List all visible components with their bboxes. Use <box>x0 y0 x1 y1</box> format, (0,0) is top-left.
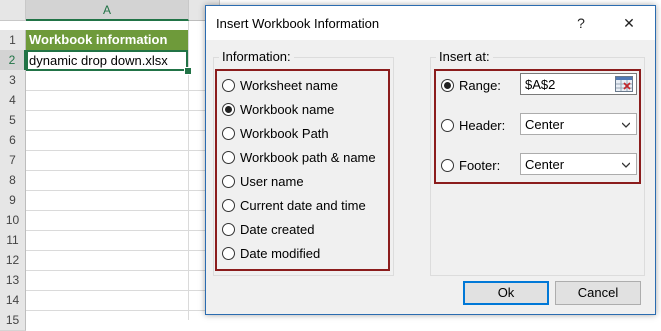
radio-label: Date modified <box>240 245 321 261</box>
header-position-value: Center <box>525 117 565 132</box>
help-button[interactable]: ? <box>566 11 596 35</box>
radio-label: Range: <box>459 77 501 93</box>
row-header-7[interactable]: 7 <box>0 150 26 171</box>
radio-worksheet-name[interactable]: Worksheet name <box>222 76 338 94</box>
range-value: $A$2 <box>525 77 556 92</box>
radio-button[interactable] <box>222 246 235 260</box>
column-header-a[interactable]: A <box>26 0 189 21</box>
footer-position-value: Center <box>525 157 565 172</box>
row-header-12[interactable]: 12 <box>0 250 26 271</box>
radio-label: Workbook path & name <box>240 149 376 165</box>
range-select-icon[interactable] <box>615 76 633 92</box>
radio-workbook-path-and-name[interactable]: Workbook path & name <box>222 148 376 166</box>
radio-button[interactable] <box>441 158 454 172</box>
gridline <box>26 250 206 251</box>
gridline <box>26 90 206 91</box>
insert-workbook-information-dialog: Insert Workbook Information ? ✕ Informat… <box>205 5 656 315</box>
radio-label: User name <box>240 173 304 189</box>
row-header-13[interactable]: 13 <box>0 270 26 291</box>
cancel-button[interactable]: Cancel <box>555 281 641 305</box>
row-header-1[interactable]: 1 <box>0 30 26 51</box>
dialog-titlebar[interactable]: Insert Workbook Information ? ✕ <box>206 6 655 40</box>
row-header-5[interactable]: 5 <box>0 110 26 131</box>
chevron-down-icon <box>622 122 630 128</box>
footer-position-select[interactable]: Center <box>520 153 637 175</box>
radio-header[interactable]: Header: <box>441 116 505 134</box>
row-header-6[interactable]: 6 <box>0 130 26 151</box>
radio-workbook-path[interactable]: Workbook Path <box>222 124 329 142</box>
header-position-select[interactable]: Center <box>520 113 637 135</box>
radio-button-checked[interactable] <box>441 78 454 92</box>
gridline <box>26 210 206 211</box>
radio-user-name[interactable]: User name <box>222 172 304 190</box>
row-header-14[interactable]: 14 <box>0 290 26 311</box>
radio-button[interactable] <box>222 198 235 212</box>
radio-button[interactable] <box>441 118 454 132</box>
chevron-down-icon <box>622 162 630 168</box>
radio-label: Workbook Path <box>240 125 329 141</box>
radio-footer[interactable]: Footer: <box>441 156 500 174</box>
radio-button-checked[interactable] <box>222 102 235 116</box>
gridline <box>26 130 206 131</box>
radio-label: Worksheet name <box>240 77 339 93</box>
gridline <box>26 310 206 311</box>
radio-label: Workbook name <box>240 101 335 117</box>
row-header-9[interactable]: 9 <box>0 190 26 211</box>
gridline <box>26 230 206 231</box>
radio-current-date-and-time[interactable]: Current date and time <box>222 196 366 214</box>
select-all-corner[interactable] <box>0 0 26 21</box>
row-header-10[interactable]: 10 <box>0 210 26 231</box>
radio-button[interactable] <box>222 126 235 140</box>
radio-date-modified[interactable]: Date modified <box>222 244 320 262</box>
close-button[interactable]: ✕ <box>614 11 644 35</box>
radio-range[interactable]: Range: <box>441 76 501 94</box>
radio-button[interactable] <box>222 150 235 164</box>
gridline <box>26 110 206 111</box>
cell-a1[interactable]: Workbook information <box>26 30 188 50</box>
row-header-4[interactable]: 4 <box>0 90 26 111</box>
radio-date-created[interactable]: Date created <box>222 220 314 238</box>
range-input[interactable]: $A$2 <box>520 73 637 95</box>
radio-label: Date created <box>240 221 315 237</box>
radio-button[interactable] <box>222 222 235 236</box>
radio-label: Current date and time <box>240 197 366 213</box>
ok-button[interactable]: Ok <box>463 281 549 305</box>
row-header-8[interactable]: 8 <box>0 170 26 191</box>
row-header-15[interactable]: 15 <box>0 310 26 331</box>
gridline <box>26 270 206 271</box>
radio-label: Footer: <box>459 157 501 173</box>
fill-handle[interactable] <box>184 67 192 75</box>
cell-a2-selected[interactable]: dynamic drop down.xlsx <box>26 50 188 71</box>
insert-at-group-label: Insert at: <box>436 49 493 64</box>
radio-label: Header: <box>459 117 506 133</box>
gridline <box>26 150 206 151</box>
dialog-title: Insert Workbook Information <box>216 16 380 31</box>
row-header-3[interactable]: 3 <box>0 70 26 91</box>
gridline <box>26 170 206 171</box>
information-group-label: Information: <box>219 49 294 64</box>
gridline <box>26 290 206 291</box>
radio-workbook-name[interactable]: Workbook name <box>222 100 334 118</box>
gridline <box>26 190 206 191</box>
row-header-2[interactable]: 2 <box>0 50 26 71</box>
row-header-11[interactable]: 11 <box>0 230 26 251</box>
radio-button[interactable] <box>222 78 235 92</box>
radio-button[interactable] <box>222 174 235 188</box>
